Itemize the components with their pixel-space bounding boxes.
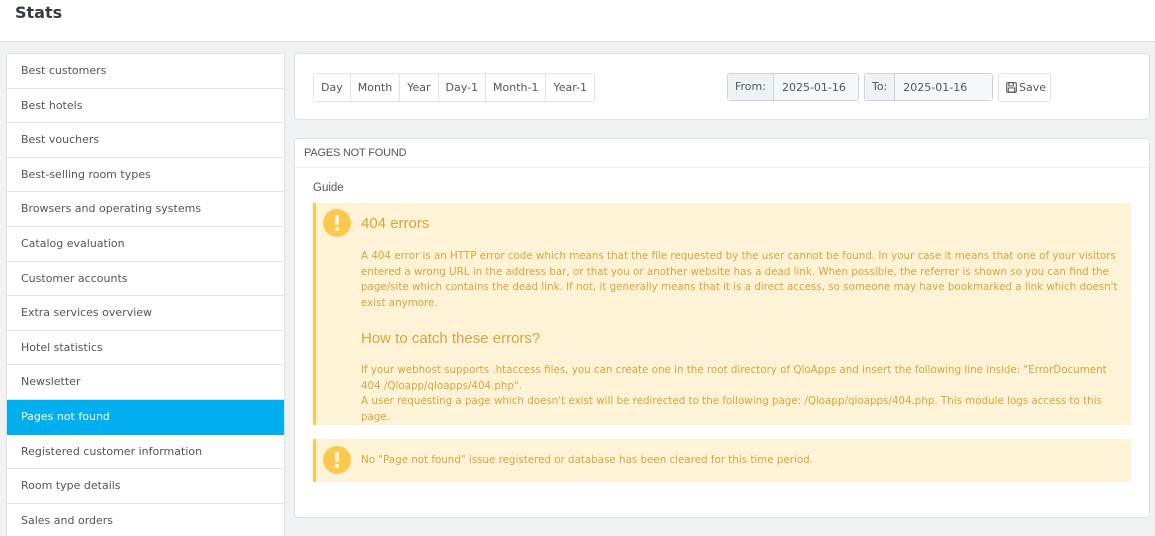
period-year-button[interactable]: Year xyxy=(400,74,439,101)
sidebar-item-best-vouchers[interactable]: Best vouchers xyxy=(7,123,284,158)
sidebar-item-catalog-evaluation[interactable]: Catalog evaluation xyxy=(7,227,284,262)
sidebar-item-newsletter[interactable]: Newsletter xyxy=(7,365,284,400)
period-previous-month-button[interactable]: Month-1 xyxy=(486,74,547,101)
exclamation-circle-icon xyxy=(323,209,351,237)
section-404-errors-title: 404 errors xyxy=(361,215,430,232)
date-range-toolbar: Day Month Year Day-1 Month-1 Year-1 From… xyxy=(294,53,1150,120)
stats-module-list: Best customers Best hotels Best vouchers… xyxy=(6,53,285,536)
sidebar-item-sales-and-orders[interactable]: Sales and orders xyxy=(7,504,284,536)
section-404-errors-text: A 404 error is an HTTP error code which … xyxy=(361,250,1118,309)
sidebar-item-extra-services-overview[interactable]: Extra services overview xyxy=(7,296,284,331)
sidebar-item-hotel-statistics[interactable]: Hotel statistics xyxy=(7,331,284,366)
sidebar-item-best-hotels[interactable]: Best hotels xyxy=(7,89,284,124)
sidebar-item-room-type-details[interactable]: Room type details xyxy=(7,469,284,504)
sidebar-item-best-customers[interactable]: Best customers xyxy=(7,54,284,89)
sidebar-item-browsers-and-os[interactable]: Browsers and operating systems xyxy=(7,192,284,227)
pages-not-found-panel: PAGES NOT FOUND Guide 404 errors A 404 e… xyxy=(294,138,1150,518)
period-day-button[interactable]: Day xyxy=(314,74,351,101)
floppy-disk-icon xyxy=(1006,82,1017,93)
page-header: Stats xyxy=(0,0,1155,42)
period-button-group: Day Month Year Day-1 Month-1 Year-1 xyxy=(313,73,596,102)
to-label: To: xyxy=(865,74,896,100)
no-results-alert: No "Page not found" issue registered or … xyxy=(313,439,1131,482)
to-date-group: To: xyxy=(864,73,994,101)
panel-heading: PAGES NOT FOUND xyxy=(295,139,1149,168)
sidebar-item-best-selling-room-types[interactable]: Best-selling room types xyxy=(7,158,284,193)
period-previous-year-button[interactable]: Year-1 xyxy=(546,74,595,101)
period-previous-day-button[interactable]: Day-1 xyxy=(438,74,487,101)
section-catch-errors-text: If your webhost supports .htaccess files… xyxy=(361,364,1107,392)
guide-heading: Guide xyxy=(313,182,344,194)
to-date-input[interactable] xyxy=(895,74,993,100)
sidebar-item-registered-customer-information[interactable]: Registered customer information xyxy=(7,435,284,470)
no-results-message: No "Page not found" issue registered or … xyxy=(361,454,813,466)
exclamation-circle-icon xyxy=(323,446,351,474)
period-month-button[interactable]: Month xyxy=(350,74,401,101)
from-date-group: From: xyxy=(727,73,859,101)
sidebar-item-customer-accounts[interactable]: Customer accounts xyxy=(7,262,284,297)
from-date-input[interactable] xyxy=(773,74,858,100)
sidebar-item-pages-not-found[interactable]: Pages not found xyxy=(7,399,284,435)
guide-alert: 404 errors A 404 error is an HTTP error … xyxy=(313,203,1131,425)
section-catch-errors-title: How to catch these errors? xyxy=(361,330,541,347)
page-title: Stats xyxy=(15,3,63,22)
from-label: From: xyxy=(728,74,774,100)
save-label: Save xyxy=(1019,81,1047,94)
section-redirect-text: A user requesting a page which doesn't e… xyxy=(361,395,1102,423)
save-button[interactable]: Save xyxy=(998,73,1051,102)
